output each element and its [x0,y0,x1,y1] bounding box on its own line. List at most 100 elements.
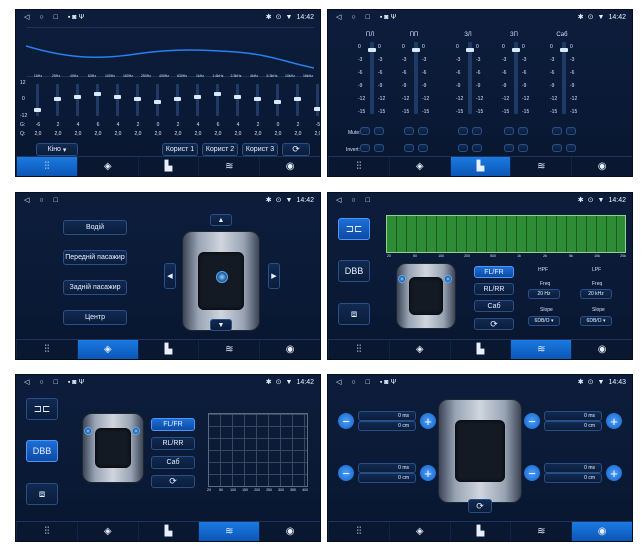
eq-fader[interactable] [274,84,281,116]
delay-minus-button[interactable]: − [338,465,354,481]
reset-button[interactable]: ⟳ [151,475,195,488]
eq-fader[interactable] [154,84,161,116]
lpf-freq-field[interactable]: 20 kHz [580,289,612,299]
tab-effects[interactable]: ◉ [571,340,632,359]
arrow-left-button[interactable]: ◀ [164,263,176,289]
recents-icon[interactable]: □ [366,379,370,386]
tab-crossover[interactable]: ≋ [510,522,571,541]
level-fader-knob[interactable] [412,48,420,52]
delay-ms-field[interactable]: 0 ms [544,411,602,421]
mute-toggle[interactable] [552,127,562,135]
reset-button[interactable]: ⟳ [474,318,514,330]
eq-fader-knob[interactable] [154,100,161,104]
mute-toggle[interactable] [360,127,370,135]
tab-crossover[interactable]: ≋ [198,340,259,359]
eq-fader-knob[interactable] [274,100,281,104]
mute-toggle[interactable] [518,127,528,135]
eq-fader[interactable] [214,84,221,116]
back-icon[interactable]: ◁ [336,196,341,204]
eq-fader-knob[interactable] [234,94,241,99]
tab-crossover[interactable]: ≋ [510,340,572,359]
delay-plus-button[interactable]: + [606,465,622,481]
delay-cm-field[interactable]: 0 cm [358,421,416,431]
home-icon[interactable]: ○ [351,379,355,386]
dbb-rl-rr-button[interactable]: RL/RR [151,437,195,450]
tab-levels[interactable]: ▙ [449,157,511,176]
eq-fader[interactable] [254,84,261,116]
delay-minus-button[interactable]: − [524,413,540,429]
tab-effects[interactable]: ◉ [571,157,632,176]
crossover-mode-button[interactable]: ⊐⊏ [26,398,58,420]
tab-levels[interactable]: ▙ [137,522,199,541]
tab-eq[interactable]: ⫶⫶ [16,157,77,176]
recents-icon[interactable]: □ [54,379,58,386]
eq-fader-knob[interactable] [54,97,61,102]
back-icon[interactable]: ◁ [336,378,341,386]
invert-toggle[interactable] [566,144,576,152]
reset-button[interactable]: ⟳ [468,499,492,513]
invert-toggle[interactable] [518,144,528,152]
eq-fader[interactable] [294,84,301,116]
tab-zone[interactable]: ◈ [388,340,450,359]
eq-fader[interactable] [174,84,181,116]
mute-toggle[interactable] [458,127,468,135]
level-fader[interactable] [368,42,376,114]
invert-toggle[interactable] [552,144,562,152]
delay-minus-button[interactable]: − [524,465,540,481]
delay-plus-button[interactable]: + [606,413,622,429]
eq-fader[interactable] [94,84,101,116]
zone-center-button[interactable]: Центр [63,310,127,325]
eq-fader-knob[interactable] [134,97,141,102]
zone-driver-button[interactable]: Водій [63,220,127,235]
home-icon[interactable]: ○ [39,197,43,204]
eq-fader-knob[interactable] [194,94,201,99]
recents-icon[interactable]: □ [366,14,370,21]
invert-toggle[interactable] [504,144,514,152]
zone-front-passenger-button[interactable]: Передній пасажир [63,250,127,265]
invert-toggle[interactable] [404,144,414,152]
eq-fader[interactable] [314,84,320,116]
tab-levels[interactable]: ▙ [137,340,199,359]
hpf-freq-field[interactable]: 20 Hz [528,289,560,299]
eq-fader-knob[interactable] [214,92,221,96]
tab-crossover[interactable]: ≋ [510,157,571,176]
delay-minus-button[interactable]: − [338,413,354,429]
tab-zone[interactable]: ◈ [76,340,138,359]
tab-effects[interactable]: ◉ [259,157,320,176]
tab-levels[interactable]: ▙ [137,157,199,176]
delay-cm-field[interactable]: 0 cm [544,421,602,431]
eq-fader[interactable] [54,84,61,116]
tab-eq[interactable]: ⫶⫶ [328,340,389,359]
level-fader-knob[interactable] [512,48,520,52]
recents-icon[interactable]: □ [54,197,58,204]
home-icon[interactable]: ○ [39,14,43,21]
back-icon[interactable]: ◁ [24,378,29,386]
preset-user-2[interactable]: Корист 2 [202,143,238,156]
home-icon[interactable]: ○ [39,379,43,386]
delay-cm-field[interactable]: 0 cm [544,473,602,483]
tab-effects[interactable]: ◉ [571,522,632,541]
tab-levels[interactable]: ▙ [449,340,511,359]
mute-toggle[interactable] [504,127,514,135]
eq-fader-knob[interactable] [94,92,101,96]
eq-fader-knob[interactable] [34,108,41,112]
level-fader[interactable] [512,42,520,114]
eq-fader[interactable] [114,84,121,116]
eq-fader[interactable] [134,84,141,116]
xover-fl-fr-button[interactable]: FL/FR [474,266,514,278]
delay-ms-field[interactable]: 0 ms [358,411,416,421]
invert-toggle[interactable] [472,144,482,152]
mute-toggle[interactable] [566,127,576,135]
eq-fader[interactable] [194,84,201,116]
hpf-slope-select[interactable]: 6DB/O ▾ [528,316,560,326]
arrow-right-button[interactable]: ▶ [268,263,280,289]
tab-eq[interactable]: ⫶⫶ [16,340,77,359]
xover-rl-rr-button[interactable]: RL/RR [474,283,514,295]
reset-button[interactable]: ⟳ [282,143,310,156]
tab-effects[interactable]: ◉ [259,340,320,359]
eq-fader-knob[interactable] [114,94,121,99]
mute-toggle[interactable] [418,127,428,135]
delay-ms-field[interactable]: 0 ms [358,463,416,473]
preset-user-3[interactable]: Корист 3 [242,143,278,156]
arrow-down-button[interactable]: ▼ [210,319,232,331]
